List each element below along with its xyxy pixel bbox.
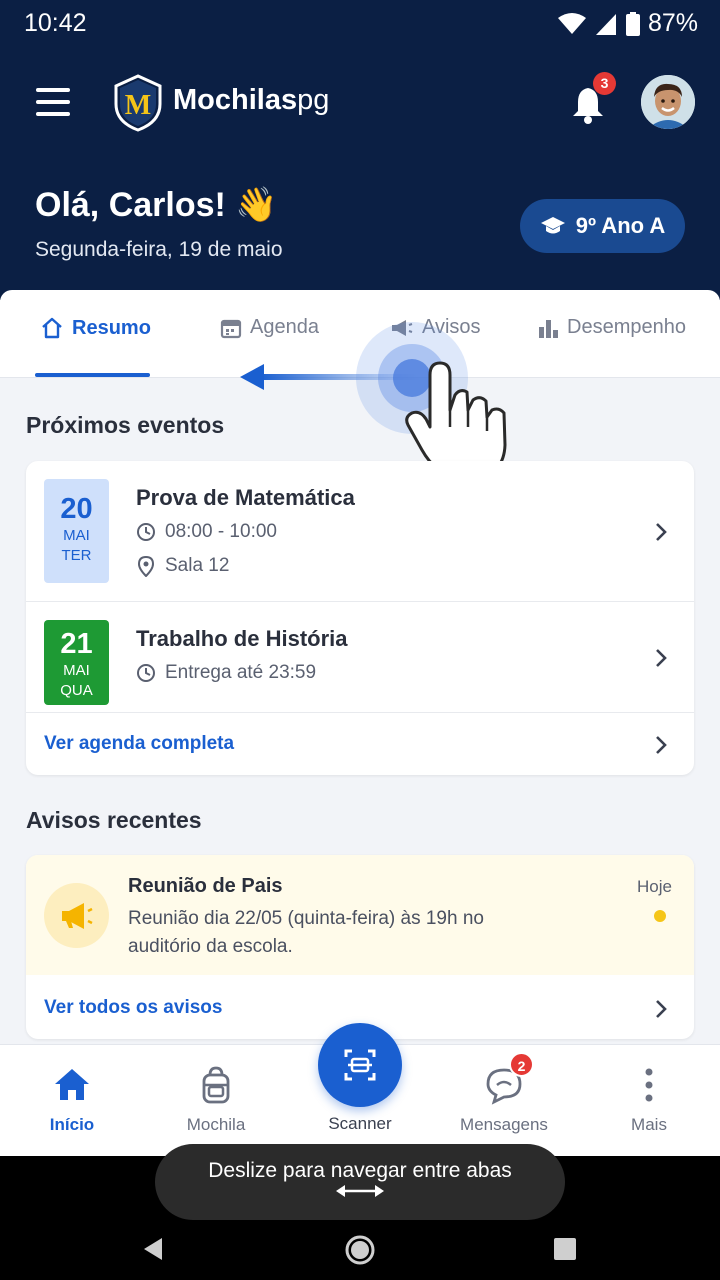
events-card: 20 MAI TER Prova de Matemática 08:00 - 1… xyxy=(26,461,694,775)
event-item[interactable]: 21 MAI QUA Trabalho de História Entrega … xyxy=(26,602,694,712)
app-bar: M Mochilaspg 3 xyxy=(0,60,720,146)
brand-bold: Mochilas xyxy=(173,84,298,116)
event-day: 20 xyxy=(60,493,93,525)
home-icon xyxy=(42,317,62,339)
clock-icon xyxy=(137,523,155,541)
messages-badge: 2 xyxy=(509,1052,534,1077)
nav-label: Mais xyxy=(631,1115,667,1134)
event-item[interactable]: 20 MAI TER Prova de Matemática 08:00 - 1… xyxy=(26,461,694,601)
event-deadline: Entrega até 23:59 xyxy=(136,662,316,684)
megaphone-icon xyxy=(62,903,93,929)
tab-label: Agenda xyxy=(250,316,319,338)
home-nav-icon[interactable] xyxy=(344,1234,376,1266)
nav-mochila[interactable]: Mochila xyxy=(156,1065,276,1135)
status-bar: 10:42 87% xyxy=(0,0,720,48)
toast-text: Deslize para navegar entre abas xyxy=(208,1159,512,1182)
nav-label: Início xyxy=(49,1115,95,1134)
nav-inicio[interactable]: Início xyxy=(12,1065,132,1135)
chevron-right-icon xyxy=(656,649,667,667)
svg-text:M: M xyxy=(125,90,151,121)
app-brand: Mochilaspg xyxy=(173,84,329,117)
tab-resumo[interactable]: Resumo xyxy=(40,316,151,340)
event-month: MAI xyxy=(63,527,90,544)
event-month: MAI xyxy=(63,662,90,679)
section-title-notices: Avisos recentes xyxy=(26,807,202,833)
hamburger-line xyxy=(36,112,70,116)
menu-button[interactable] xyxy=(36,88,72,118)
event-time-text: 08:00 - 10:00 xyxy=(165,521,277,542)
unread-dot xyxy=(654,910,666,922)
battery-icon xyxy=(625,11,640,36)
notice-date: Hoje xyxy=(637,877,672,896)
nav-label: Mochila xyxy=(186,1115,246,1134)
battery-percent: 87% xyxy=(647,9,698,37)
section-title-events: Próximos eventos xyxy=(26,412,225,438)
notices-card: Reunião de Pais Reunião dia 22/05 (quint… xyxy=(26,855,694,1039)
event-weekday: TER xyxy=(61,547,92,564)
scanner-icon xyxy=(344,1049,376,1081)
nav-mensagens[interactable]: Mensagens xyxy=(444,1065,564,1135)
nav-mais[interactable]: Mais xyxy=(589,1065,709,1135)
status-time: 10:42 xyxy=(24,9,87,37)
location-pin-icon xyxy=(137,555,155,577)
chevron-right-icon xyxy=(656,1000,667,1018)
swap-arrows-icon xyxy=(336,1185,384,1197)
tab-label: Resumo xyxy=(72,316,151,339)
user-photo xyxy=(641,75,695,129)
cell-signal-icon xyxy=(595,13,616,35)
more-vertical-icon xyxy=(645,1068,653,1102)
event-weekday: QUA xyxy=(60,682,93,699)
calendar-icon xyxy=(220,319,242,338)
event-place-text: Sala 12 xyxy=(165,555,230,576)
recents-icon[interactable] xyxy=(552,1236,578,1262)
home-icon xyxy=(55,1069,89,1100)
hamburger-line xyxy=(36,100,70,104)
active-tab-indicator xyxy=(35,373,150,377)
notice-title: Reunião de Pais xyxy=(128,875,283,897)
event-place: Sala 12 xyxy=(136,555,229,577)
notice-icon-circle xyxy=(44,883,109,948)
app-header: 10:42 87% M Mochilaspg 3 Olá, Carlos! 👋 … xyxy=(0,0,720,300)
swipe-hint-toast: Deslize para navegar entre abas xyxy=(155,1144,565,1220)
notice-body: Reunião dia 22/05 (quinta-feira) às 19h … xyxy=(128,908,484,957)
greeting-title: Olá, Carlos! 👋 xyxy=(35,186,278,224)
current-date: Segunda-feira, 19 de maio xyxy=(35,238,283,261)
event-date-tile: 20 MAI TER xyxy=(44,479,109,583)
back-icon[interactable] xyxy=(140,1236,166,1262)
event-deadline-text: Entrega até 23:59 xyxy=(165,662,317,683)
tab-desempenho[interactable]: Desempenho xyxy=(537,316,686,339)
event-time: 08:00 - 10:00 xyxy=(136,521,277,543)
avatar[interactable] xyxy=(641,75,695,129)
notice-item[interactable]: Reunião de Pais Reunião dia 22/05 (quint… xyxy=(26,855,694,975)
view-full-agenda-link[interactable]: Ver agenda completa xyxy=(26,713,694,775)
tab-label: Desempenho xyxy=(567,316,686,338)
brand-light: pg xyxy=(297,84,330,116)
event-day: 21 xyxy=(60,628,93,660)
event-date-tile: 21 MAI QUA xyxy=(44,620,109,705)
scanner-button[interactable] xyxy=(318,1023,402,1107)
event-title: Trabalho de História xyxy=(136,626,348,651)
class-label: 9º Ano A xyxy=(575,213,666,238)
backpack-icon xyxy=(202,1066,230,1104)
notification-badge: 3 xyxy=(593,72,616,95)
tab-agenda[interactable]: Agenda xyxy=(220,316,319,339)
wifi-icon xyxy=(557,12,586,34)
chevron-right-icon xyxy=(656,523,667,541)
school-shield-logo-icon: M xyxy=(114,74,162,132)
class-chip[interactable]: 9º Ano A xyxy=(520,199,685,253)
view-agenda-label: Ver agenda completa xyxy=(44,733,235,754)
scanner-label: Scanner xyxy=(328,1114,392,1133)
status-indicators: 87% xyxy=(557,9,698,38)
event-title: Prova de Matemática xyxy=(136,485,355,510)
graduation-cap-icon xyxy=(540,217,565,234)
nav-label: Mensagens xyxy=(460,1115,548,1134)
clock-icon xyxy=(137,664,155,682)
chevron-right-icon xyxy=(656,736,667,754)
hamburger-icon xyxy=(36,88,70,92)
bar-chart-icon xyxy=(539,319,558,338)
view-notices-label: Ver todos os avisos xyxy=(44,997,223,1018)
